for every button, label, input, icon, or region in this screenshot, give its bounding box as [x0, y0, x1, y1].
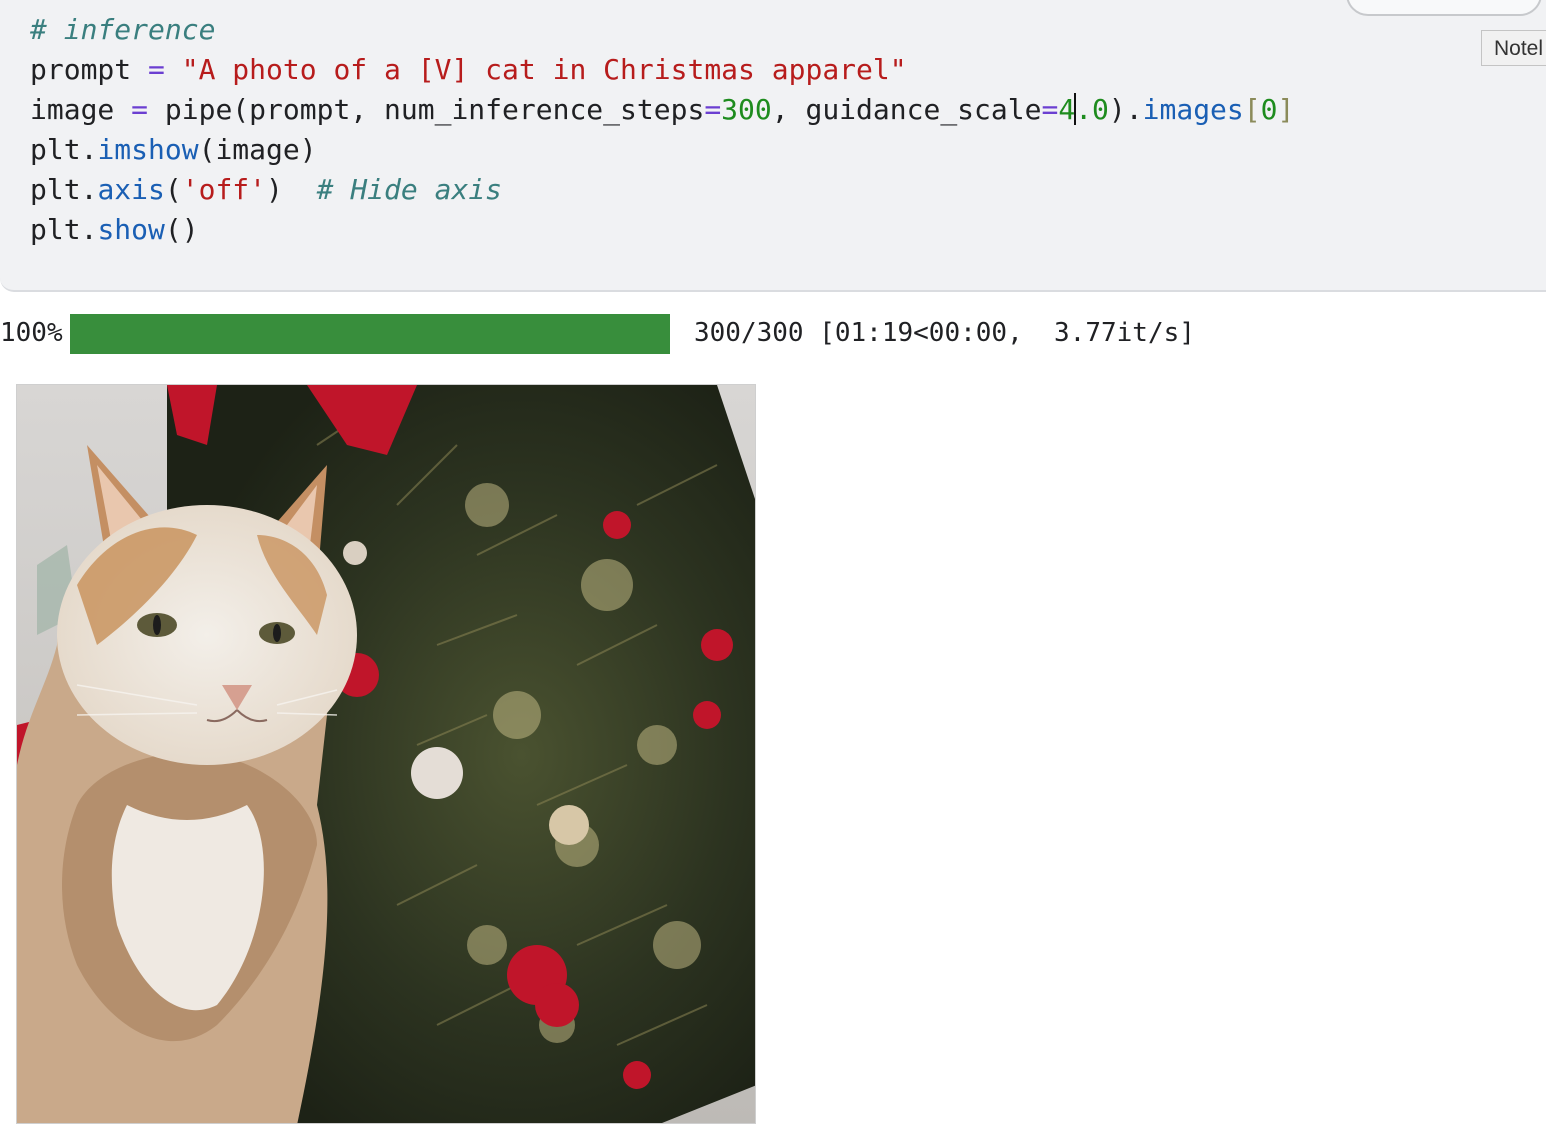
code-token: plt. — [30, 173, 98, 206]
code-token: 4 — [1058, 93, 1076, 126]
code-token: image — [30, 93, 132, 126]
code-token: "A photo of a [V] cat in Christmas appar… — [181, 53, 907, 86]
code-line[interactable]: plt.show() — [30, 210, 1294, 250]
code-token: # inference — [30, 13, 216, 46]
code-token: ] — [1277, 93, 1295, 126]
code-token: 0 — [1260, 93, 1278, 126]
cat-christmas-image — [17, 385, 755, 1123]
code-cell[interactable]: # inference prompt = "A photo of a [V] ca… — [0, 0, 1546, 292]
code-token: = — [148, 53, 165, 86]
progress-percent: 100% — [0, 318, 63, 348]
code-token: ) — [266, 173, 317, 206]
code-token: show — [97, 213, 165, 246]
cell-toolbar-pill[interactable] — [1346, 0, 1542, 16]
code-token: ). — [1108, 93, 1143, 126]
code-token: = — [1041, 93, 1059, 126]
output-image — [16, 384, 756, 1124]
code-line[interactable]: plt.imshow(image) — [30, 130, 1294, 170]
progress-bar-fill — [70, 314, 670, 354]
code-token: 'off' — [181, 173, 267, 206]
code-token: prompt — [30, 53, 149, 86]
code-token: = — [131, 93, 149, 126]
code-token: # Hide axis — [316, 173, 503, 206]
code-token: axis — [97, 173, 165, 206]
code-token: = — [704, 93, 722, 126]
progress-output: 100% 300/300 [01:19<00:00, 3.77it/s] — [0, 312, 1546, 356]
code-line[interactable]: # inference — [30, 10, 1294, 50]
code-token: ( — [164, 173, 182, 206]
code-token: pipe(prompt, num_inference_steps — [148, 93, 705, 126]
code-editor[interactable]: # inference prompt = "A photo of a [V] ca… — [30, 10, 1294, 250]
code-token: , guidance_scale — [771, 93, 1042, 126]
code-token: images — [1142, 93, 1244, 126]
progress-bar — [70, 314, 670, 354]
code-line[interactable]: plt.axis('off') # Hide axis — [30, 170, 1294, 210]
progress-status: 300/300 [01:19<00:00, 3.77it/s] — [694, 318, 1195, 348]
code-token: .0 — [1075, 93, 1109, 126]
tooltip: Notel — [1481, 30, 1546, 66]
code-token: imshow — [97, 133, 199, 166]
code-line[interactable]: prompt = "A photo of a [V] cat in Christ… — [30, 50, 1294, 90]
code-token: 300 — [721, 93, 772, 126]
code-token: plt. — [30, 213, 98, 246]
code-token: (image) — [198, 133, 317, 166]
code-line[interactable]: image = pipe(prompt, num_inference_steps… — [30, 90, 1294, 130]
code-token: [ — [1243, 93, 1261, 126]
code-token: () — [164, 213, 199, 246]
code-token: plt. — [30, 133, 98, 166]
